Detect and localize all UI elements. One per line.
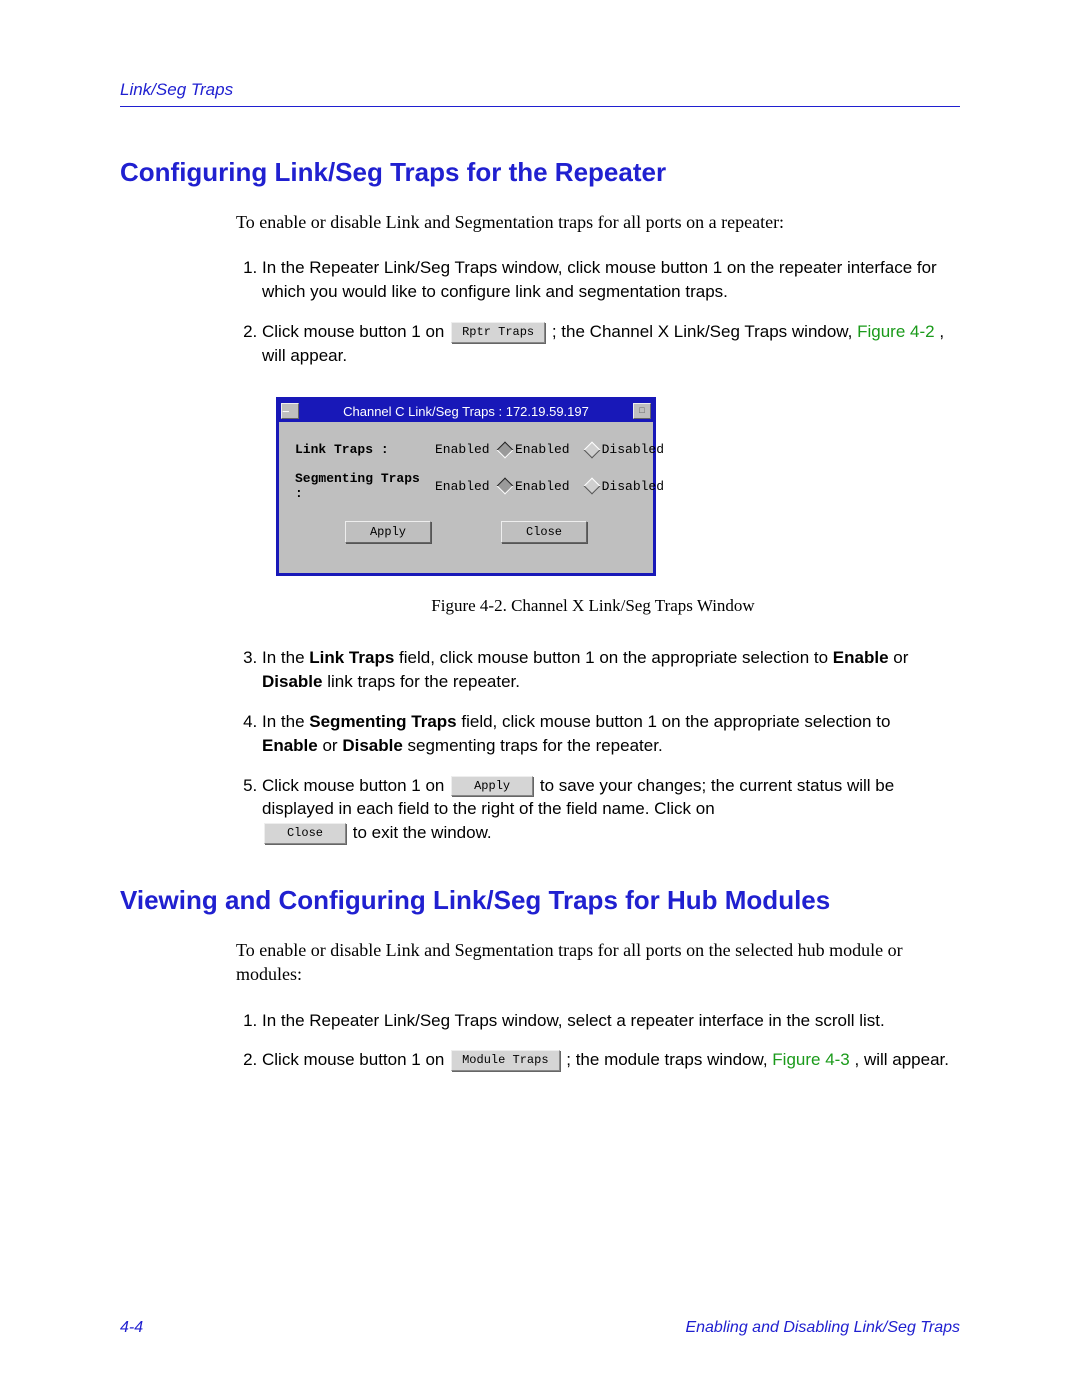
t: segmenting traps for the repeater. — [403, 736, 663, 755]
figure-ref-4-3[interactable]: Figure 4-3 — [772, 1050, 849, 1069]
t: to exit the window. — [353, 823, 492, 842]
t: ; the module traps window, — [566, 1050, 772, 1069]
bold-segmenting: Segmenting Traps — [309, 712, 456, 731]
t: field, click mouse button 1 on the appro… — [394, 648, 832, 667]
link-traps-disabled-radio[interactable]: Disabled — [586, 442, 664, 457]
intro-paragraph-1: To enable or disable Link and Segmentati… — [236, 210, 950, 234]
close-button-inline[interactable]: Close — [264, 823, 346, 844]
radio-label: Disabled — [602, 442, 664, 457]
header-rule — [120, 106, 960, 107]
step-2-text-a: Click mouse button 1 on — [262, 322, 449, 341]
steps-list-2: In the Link Traps field, click mouse but… — [236, 646, 950, 845]
intro-paragraph-2: To enable or disable Link and Segmentati… — [236, 938, 950, 987]
steps-list-1: In the Repeater Link/Seg Traps window, c… — [236, 256, 950, 367]
running-header: Link/Seg Traps — [120, 80, 960, 100]
step-2-text-b: ; the Channel X Link/Seg Traps window, — [552, 322, 857, 341]
link-traps-row: Link Traps : Enabled Enabled Disabled — [295, 442, 637, 457]
section-heading-2: Viewing and Configuring Link/Seg Traps f… — [120, 885, 960, 916]
dialog-body: Link Traps : Enabled Enabled Disabled Se… — [279, 422, 653, 573]
segmenting-traps-status: Enabled — [435, 479, 491, 494]
segmenting-traps-enabled-radio[interactable]: Enabled — [499, 479, 570, 494]
window-control-icon[interactable]: □ — [633, 403, 651, 419]
apply-button-inline[interactable]: Apply — [451, 776, 533, 797]
bold-enable: Enable — [833, 648, 889, 667]
steps-list-3: In the Repeater Link/Seg Traps window, s… — [236, 1009, 950, 1073]
page-number: 4-4 — [120, 1319, 143, 1337]
bold-disable: Disable — [262, 672, 322, 691]
apply-button[interactable]: Apply — [345, 521, 431, 543]
link-traps-status: Enabled — [435, 442, 491, 457]
dialog-title: Channel C Link/Seg Traps : 172.19.59.197 — [301, 404, 631, 419]
t: field, click mouse button 1 on the appro… — [457, 712, 891, 731]
bold-enable: Enable — [262, 736, 318, 755]
bold-disable: Disable — [342, 736, 402, 755]
window-menu-icon[interactable]: − — [281, 403, 299, 419]
radio-label: Enabled — [515, 479, 570, 494]
link-traps-enabled-radio[interactable]: Enabled — [499, 442, 570, 457]
link-seg-traps-dialog: − Channel C Link/Seg Traps : 172.19.59.1… — [276, 397, 656, 576]
segmenting-traps-label: Segmenting Traps : — [295, 471, 427, 501]
step-3: In the Link Traps field, click mouse but… — [262, 646, 950, 694]
radio-label: Disabled — [602, 479, 664, 494]
page-footer: 4-4 Enabling and Disabling Link/Seg Trap… — [120, 1319, 960, 1337]
t: or — [318, 736, 343, 755]
rptr-traps-button[interactable]: Rptr Traps — [451, 322, 545, 343]
diamond-icon — [497, 441, 514, 458]
diamond-icon — [583, 478, 600, 495]
footer-title: Enabling and Disabling Link/Seg Traps — [685, 1319, 960, 1337]
bold-link-traps: Link Traps — [309, 648, 394, 667]
page: Link/Seg Traps Configuring Link/Seg Trap… — [0, 0, 1080, 1397]
figure-ref-4-2[interactable]: Figure 4-2 — [857, 322, 934, 341]
radio-label: Enabled — [515, 442, 570, 457]
figure-caption: Figure 4-2. Channel X Link/Seg Traps Win… — [236, 596, 950, 616]
step-5: Click mouse button 1 on Apply to save yo… — [262, 774, 950, 845]
diamond-icon — [583, 441, 600, 458]
step-4: In the Segmenting Traps field, click mou… — [262, 710, 950, 758]
section-heading-1: Configuring Link/Seg Traps for the Repea… — [120, 157, 960, 188]
dialog-figure: − Channel C Link/Seg Traps : 172.19.59.1… — [276, 397, 656, 576]
diamond-icon — [497, 478, 514, 495]
step-2b: Click mouse button 1 on Module Traps ; t… — [262, 1048, 950, 1072]
segmenting-traps-disabled-radio[interactable]: Disabled — [586, 479, 664, 494]
dialog-button-row: Apply Close — [295, 521, 637, 543]
t: Click mouse button 1 on — [262, 1050, 449, 1069]
link-traps-label: Link Traps : — [295, 442, 427, 457]
step-2: Click mouse button 1 on Rptr Traps ; the… — [262, 320, 950, 368]
module-traps-button[interactable]: Module Traps — [451, 1050, 559, 1071]
step-1: In the Repeater Link/Seg Traps window, c… — [262, 256, 950, 304]
t: , will appear. — [855, 1050, 950, 1069]
step-1b: In the Repeater Link/Seg Traps window, s… — [262, 1009, 950, 1033]
t: In the — [262, 648, 309, 667]
close-button[interactable]: Close — [501, 521, 587, 543]
t: or — [889, 648, 909, 667]
t: In the — [262, 712, 309, 731]
dialog-titlebar: − Channel C Link/Seg Traps : 172.19.59.1… — [279, 400, 653, 422]
section-2-body: To enable or disable Link and Segmentati… — [236, 938, 950, 1072]
segmenting-traps-row: Segmenting Traps : Enabled Enabled Disab… — [295, 471, 637, 501]
t: link traps for the repeater. — [322, 672, 520, 691]
section-1-body: To enable or disable Link and Segmentati… — [236, 210, 950, 845]
t: Click mouse button 1 on — [262, 776, 449, 795]
